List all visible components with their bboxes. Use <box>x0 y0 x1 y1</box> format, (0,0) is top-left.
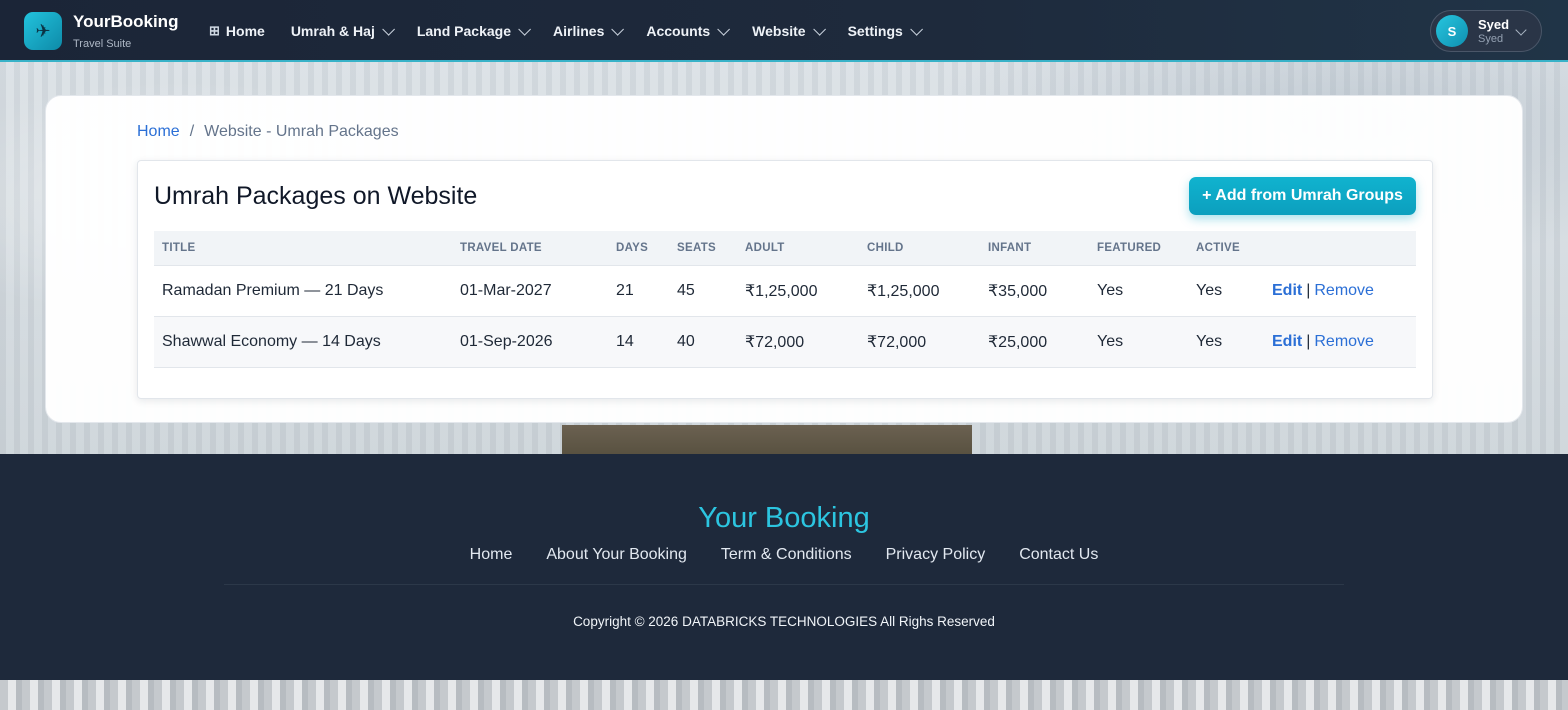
nav-website[interactable]: Website <box>752 22 826 39</box>
column-header-adult: ADULT <box>737 231 859 266</box>
footer-link-home[interactable]: Home <box>470 546 513 564</box>
chevron-down-icon <box>717 22 731 36</box>
table-header-row: TITLE TRAVEL DATE DAYS SEATS ADULT CHILD… <box>154 231 1416 266</box>
cell-travel-date: 01-Mar-2027 <box>452 265 608 317</box>
copyright: Copyright © 2026 DATABRICKS TECHNOLOGIES… <box>573 614 995 629</box>
breadcrumb-separator: / <box>189 123 195 140</box>
avatar: S <box>1436 15 1468 47</box>
packages-table: TITLE TRAVEL DATE DAYS SEATS ADULT CHILD… <box>154 231 1416 368</box>
nav-website-label: Website <box>752 23 806 39</box>
table-row: Ramadan Premium — 21 Days 01-Mar-2027 21… <box>154 265 1416 317</box>
column-header-infant: INFANT <box>980 231 1089 266</box>
chevron-down-icon <box>382 22 395 36</box>
cell-infant: ₹35,000 <box>980 265 1089 317</box>
cell-seats: 45 <box>669 265 737 317</box>
column-header-active: ACTIVE <box>1188 231 1264 266</box>
footer-brand: Your Booking <box>698 502 870 534</box>
chevron-down-icon <box>518 22 531 36</box>
cell-seats: 40 <box>669 316 737 368</box>
user-menu[interactable]: S Syed Syed <box>1430 10 1542 52</box>
brand[interactable]: ✈ YourBooking Travel Suite <box>24 12 178 50</box>
nav-accounts-label: Accounts <box>646 23 711 39</box>
column-header-travel-date: TRAVEL DATE <box>452 231 608 266</box>
nav-accounts[interactable]: Accounts <box>646 22 731 39</box>
brand-name: YourBooking <box>73 11 179 31</box>
background-crowd <box>0 680 1568 710</box>
cell-adult: ₹72,000 <box>737 316 859 368</box>
cell-active: Yes <box>1188 265 1264 317</box>
nav-umrah-haj-label: Umrah & Haj <box>290 23 375 39</box>
column-header-actions <box>1264 231 1416 266</box>
chevron-down-icon <box>1515 24 1527 36</box>
action-separator: | <box>1306 332 1311 350</box>
edit-link[interactable]: Edit <box>1272 282 1302 299</box>
edit-link[interactable]: Edit <box>1272 333 1302 350</box>
table-row: Shawwal Economy — 14 Days 01-Sep-2026 14… <box>154 316 1416 368</box>
nav-land-package-label: Land Package <box>416 23 511 39</box>
nav-settings-label: Settings <box>847 23 903 39</box>
footer-link-terms[interactable]: Term & Conditions <box>721 546 852 564</box>
nav-settings[interactable]: Settings <box>847 22 923 39</box>
cell-featured: Yes <box>1089 265 1188 317</box>
nav-home-label: Home <box>225 23 265 39</box>
column-header-featured: FEATURED <box>1089 231 1188 266</box>
top-navbar: ✈ YourBooking Travel Suite ⊞ Home Umrah … <box>0 0 1568 62</box>
column-header-seats: SEATS <box>669 231 737 266</box>
breadcrumb: Home / Website - Umrah Packages <box>137 123 399 141</box>
column-header-days: DAYS <box>608 231 669 266</box>
add-from-umrah-groups-button[interactable]: + Add from Umrah Groups <box>1189 177 1416 215</box>
footer-link-privacy[interactable]: Privacy Policy <box>886 546 986 564</box>
cell-active: Yes <box>1188 316 1264 368</box>
action-separator: | <box>1306 281 1311 299</box>
breadcrumb-home-link[interactable]: Home <box>137 123 180 141</box>
cell-infant: ₹25,000 <box>980 316 1089 368</box>
cell-title: Ramadan Premium — 21 Days <box>154 265 452 317</box>
grid-icon: ⊞ <box>209 23 220 38</box>
column-header-child: CHILD <box>859 231 980 266</box>
cell-featured: Yes <box>1089 316 1188 368</box>
brand-subtitle: Travel Suite <box>73 37 132 50</box>
cell-title: Shawwal Economy — 14 Days <box>154 316 452 368</box>
remove-link[interactable]: Remove <box>1314 282 1374 299</box>
plane-icon: ✈ <box>24 12 62 50</box>
breadcrumb-current: Website - Umrah Packages <box>204 123 399 140</box>
column-header-title: TITLE <box>154 231 452 266</box>
chevron-down-icon <box>812 22 826 36</box>
packages-panel: Umrah Packages on Website + Add from Umr… <box>137 160 1433 399</box>
cell-days: 14 <box>608 316 669 368</box>
page-title: Umrah Packages on Website <box>154 182 478 210</box>
cell-days: 21 <box>608 265 669 317</box>
footer: Your Booking Home About Your Booking Ter… <box>0 454 1568 680</box>
chevron-down-icon <box>910 22 923 36</box>
footer-link-contact[interactable]: Contact Us <box>1019 546 1098 564</box>
cell-actions: Edit | Remove <box>1264 265 1416 317</box>
content-card: Home / Website - Umrah Packages Umrah Pa… <box>45 95 1523 423</box>
main-nav: ⊞ Home Umrah & Haj Land Package Airlines… <box>209 0 945 62</box>
chevron-down-icon <box>611 22 625 36</box>
footer-link-about[interactable]: About Your Booking <box>546 546 687 564</box>
cell-child: ₹72,000 <box>859 316 980 368</box>
cell-actions: Edit | Remove <box>1264 316 1416 368</box>
footer-divider <box>224 584 1344 585</box>
cell-child: ₹1,25,000 <box>859 265 980 317</box>
nav-umrah-haj[interactable]: Umrah & Haj <box>290 22 395 39</box>
background-kaaba <box>562 425 972 457</box>
footer-links: Home About Your Booking Term & Condition… <box>0 546 1568 564</box>
remove-link[interactable]: Remove <box>1314 333 1374 350</box>
nav-home[interactable]: ⊞ Home <box>209 23 265 39</box>
nav-land-package[interactable]: Land Package <box>416 22 531 39</box>
cell-travel-date: 01-Sep-2026 <box>452 316 608 368</box>
cell-adult: ₹1,25,000 <box>737 265 859 317</box>
nav-airlines-label: Airlines <box>553 23 605 39</box>
nav-airlines[interactable]: Airlines <box>553 22 625 39</box>
user-role: Syed <box>1478 32 1504 45</box>
user-name: Syed <box>1478 16 1510 32</box>
